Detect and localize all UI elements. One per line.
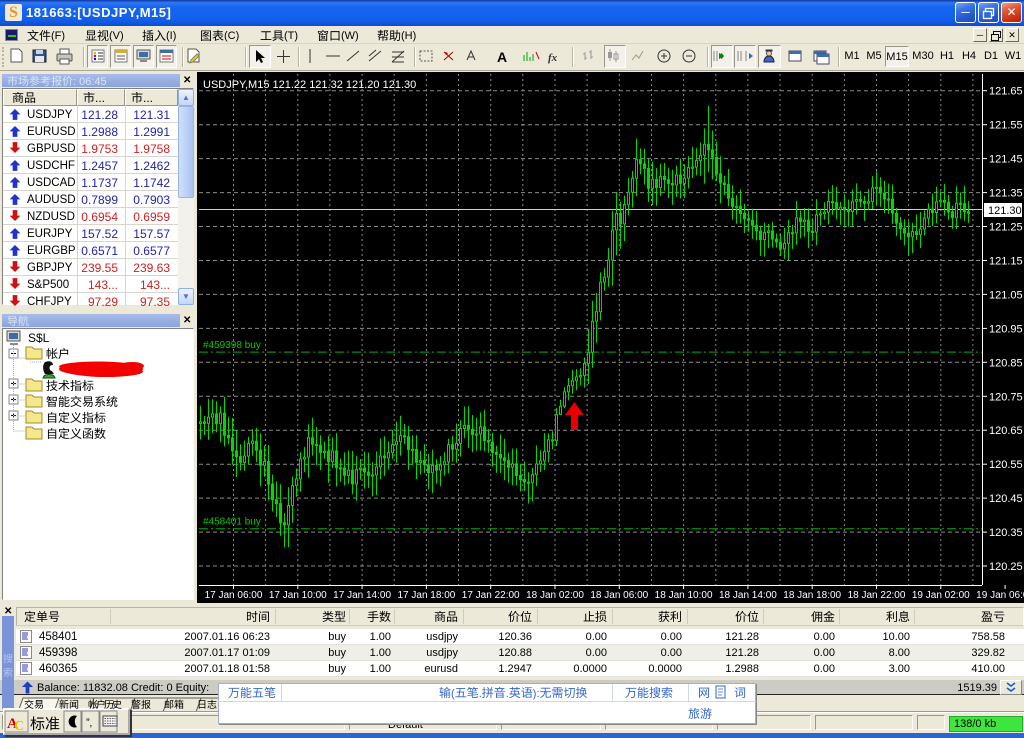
svg-text:fx: fx <box>548 52 558 64</box>
svg-text:121.45: 121.45 <box>989 154 1023 166</box>
svg-text:#458401 buy: #458401 buy <box>203 517 261 528</box>
svg-text:120.85: 120.85 <box>989 357 1023 369</box>
svg-text:17 Jan 10:00: 17 Jan 10:00 <box>269 590 327 601</box>
svg-text:17 Jan 22:00: 17 Jan 22:00 <box>462 590 520 601</box>
svg-text:121.25: 121.25 <box>989 222 1023 234</box>
svg-text:17 Jan 06:00: 17 Jan 06:00 <box>205 590 263 601</box>
svg-text:18 Jan 22:00: 18 Jan 22:00 <box>848 590 906 601</box>
svg-text:121.65: 121.65 <box>989 86 1023 98</box>
svg-text:”‚: ”‚ <box>86 717 92 729</box>
svg-text:A: A <box>497 49 507 65</box>
svg-text:18 Jan 02:00: 18 Jan 02:00 <box>526 590 584 601</box>
svg-text:17 Jan 14:00: 17 Jan 14:00 <box>333 590 391 601</box>
svg-text:120.95: 120.95 <box>989 323 1023 335</box>
svg-text:120.75: 120.75 <box>989 391 1023 403</box>
svg-text:18 Jan 14:00: 18 Jan 14:00 <box>719 590 777 601</box>
svg-text:19 Jan 02:00: 19 Jan 02:00 <box>912 590 970 601</box>
svg-text:120.45: 120.45 <box>989 493 1023 505</box>
svg-text:121.55: 121.55 <box>989 120 1023 132</box>
svg-text:121.30: 121.30 <box>988 205 1022 217</box>
svg-text:120.25: 120.25 <box>989 561 1023 573</box>
svg-text:18 Jan 10:00: 18 Jan 10:00 <box>655 590 713 601</box>
svg-text:17 Jan 18:00: 17 Jan 18:00 <box>397 590 455 601</box>
svg-text:19 Jan 06:00: 19 Jan 06:00 <box>976 590 1024 601</box>
svg-text:18 Jan 06:00: 18 Jan 06:00 <box>590 590 648 601</box>
svg-text:USDJPY,M15 121.22 121.32 121.: USDJPY,M15 121.22 121.32 121.20 121.30 <box>203 79 416 91</box>
svg-text:121.15: 121.15 <box>989 256 1023 268</box>
svg-text:C: C <box>14 719 24 734</box>
svg-text:#459398 buy: #459398 buy <box>203 340 261 351</box>
svg-text:120.35: 120.35 <box>989 527 1023 539</box>
svg-text:121.35: 121.35 <box>989 188 1023 200</box>
svg-text:120.55: 120.55 <box>989 459 1023 471</box>
svg-text:120.65: 120.65 <box>989 425 1023 437</box>
svg-text:121.05: 121.05 <box>989 289 1023 301</box>
svg-text:18 Jan 18:00: 18 Jan 18:00 <box>783 590 841 601</box>
